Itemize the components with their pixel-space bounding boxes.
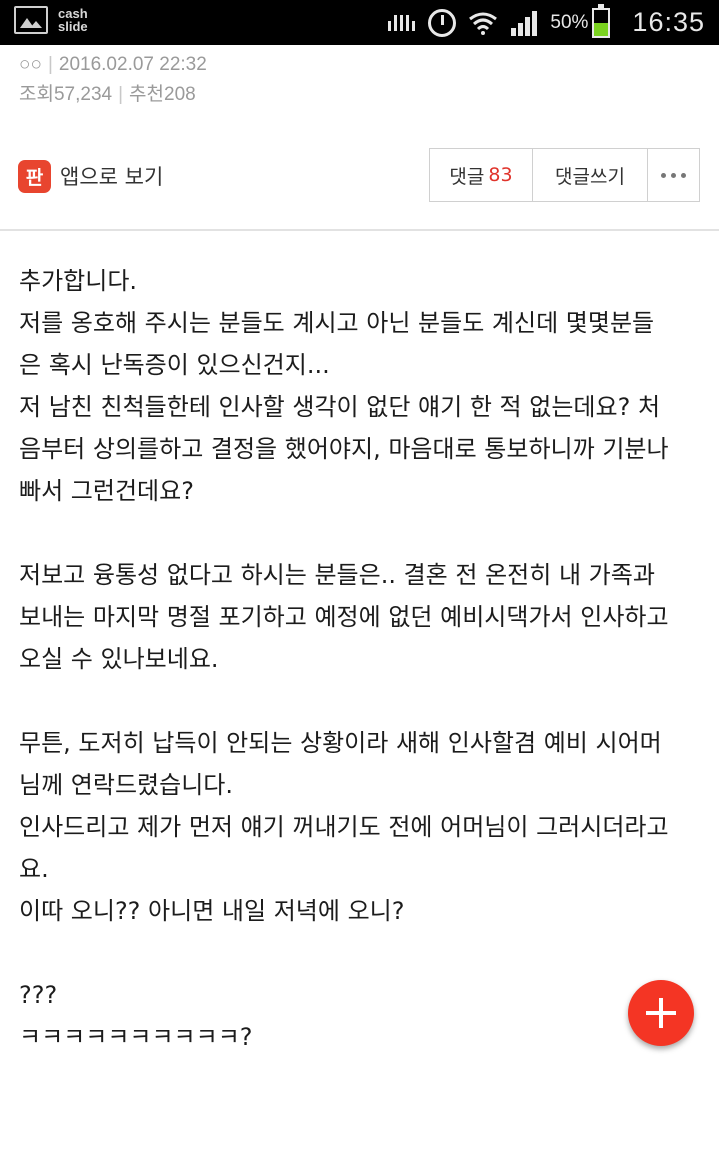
body-line: 이따 오니?? 아니면 내일 저녁에 오니? xyxy=(19,897,405,925)
comment-button-group: 댓글 83 댓글쓰기 xyxy=(429,148,700,202)
battery-fill xyxy=(594,22,609,36)
body-line xyxy=(19,512,709,554)
body-line: 저보고 융통성 없다고 하시는 분들은.. 결혼 전 온전히 내 가족과 xyxy=(19,561,655,589)
alarm-icon xyxy=(428,8,457,37)
signal-icon xyxy=(510,10,540,36)
meta-separator: | xyxy=(47,54,53,75)
clock: 16:35 xyxy=(632,7,705,37)
status-bar: cash slide 50% 16:35 xyxy=(0,0,719,45)
body-line: 저 남친 친척들한테 인사할 생각이 없단 얘기 한 적 없는데요? 처 xyxy=(19,393,661,421)
write-comment-button[interactable]: 댓글쓰기 xyxy=(533,149,648,201)
body-line: 보내는 마지막 명절 포기하고 예정에 없던 예비시댁가서 인사하고 xyxy=(19,603,669,631)
body-line: 요. xyxy=(19,855,49,883)
meta-separator: | xyxy=(118,84,124,105)
post-datetime: 2016.02.07 22:32 xyxy=(58,54,207,75)
author-name[interactable]: ○○ xyxy=(19,54,42,75)
body-line: ??? xyxy=(19,981,58,1009)
gallery-icon xyxy=(14,6,48,34)
battery-icon xyxy=(592,3,611,38)
plus-icon xyxy=(646,998,676,1028)
body-line xyxy=(19,680,709,722)
app-logo-icon: 판 xyxy=(18,159,51,193)
meta-line-author: ○○ | 2016.02.07 22:32 xyxy=(19,52,207,78)
recommend-label: 추천 xyxy=(129,84,164,105)
cashslide-label: cash slide xyxy=(58,7,88,33)
body-line: 인사드리고 제가 먼저 얘기 꺼내기도 전에 어머님이 그러시더라고 xyxy=(19,813,669,841)
app-view-button[interactable]: 판 앱으로 보기 xyxy=(18,159,163,193)
divider xyxy=(0,229,719,231)
status-right: 50% 16:35 xyxy=(374,0,705,45)
action-row: 판 앱으로 보기 댓글 83 댓글쓰기 xyxy=(18,148,700,202)
comments-button[interactable]: 댓글 83 xyxy=(430,149,533,201)
comments-label: 댓글 xyxy=(449,165,485,188)
body-line: 오실 수 있나보네요. xyxy=(19,645,219,673)
battery-percent: 50% xyxy=(550,11,589,33)
cashslide-label-line2: slide xyxy=(58,19,88,34)
views-count: 57,234 xyxy=(53,84,113,105)
more-button[interactable] xyxy=(648,149,699,201)
write-comment-label: 댓글쓰기 xyxy=(555,165,625,188)
body-line: 은 혹시 난독증이 있으신건지... xyxy=(19,351,330,379)
body-line: 빠서 그런건데요? xyxy=(19,477,194,505)
body-line: 음부터 상의를하고 결정을 했어야지, 마음대로 통보하니까 기분나 xyxy=(19,435,669,463)
post-meta: ○○ | 2016.02.07 22:32 조회57,234 | 추천208 xyxy=(19,52,207,110)
wifi-icon xyxy=(468,11,498,35)
body-line: 추가합니다. xyxy=(19,267,138,295)
meta-line-stats: 조회57,234 | 추천208 xyxy=(19,80,207,110)
body-line: ㅋㅋㅋㅋㅋㅋㅋㅋㅋㅋ? xyxy=(19,1023,253,1051)
body-line xyxy=(19,932,709,974)
post-body: 추가합니다. 저를 옹호해 주시는 분들도 계시고 아닌 분들도 계신데 몇몇분… xyxy=(19,260,709,1058)
recommend-count: 208 xyxy=(164,84,196,105)
views-label: 조회 xyxy=(19,84,54,105)
comments-count: 83 xyxy=(488,164,513,186)
body-line: 무튼, 도저히 납득이 안되는 상황이라 새해 인사할겸 예비 시어머 xyxy=(19,729,662,757)
status-left: cash slide xyxy=(14,6,88,34)
mute-icon xyxy=(386,12,416,34)
app-view-label: 앱으로 보기 xyxy=(60,165,164,189)
write-fab-button[interactable] xyxy=(628,980,694,1046)
body-line: 저를 옹호해 주시는 분들도 계시고 아닌 분들도 계신데 몇몇분들 xyxy=(19,309,655,337)
more-dots-icon xyxy=(661,172,686,178)
body-line: 님께 연락드렸습니다. xyxy=(19,771,233,799)
